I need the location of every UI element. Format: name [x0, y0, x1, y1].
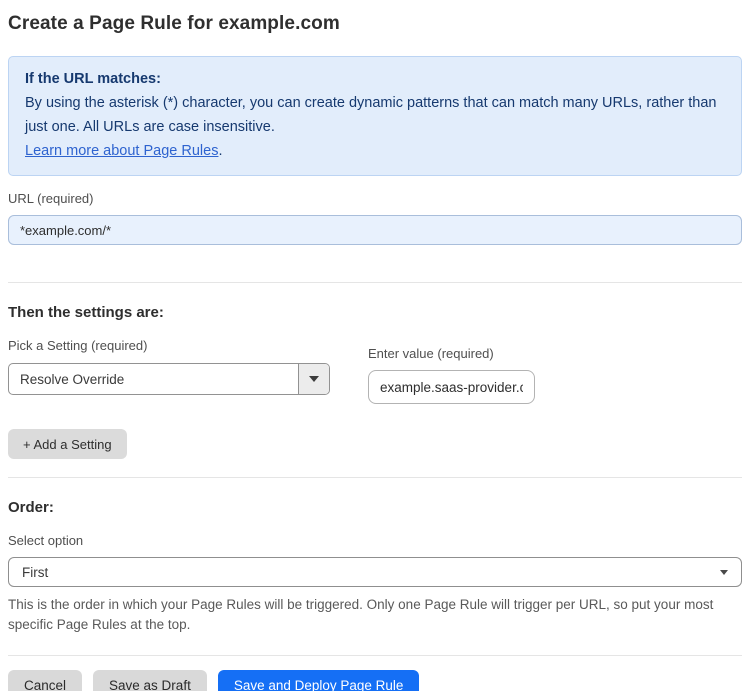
setting-select[interactable]: Resolve Override [8, 363, 330, 395]
order-select[interactable]: First [8, 557, 742, 587]
section-divider [8, 282, 742, 283]
footer-divider [8, 655, 742, 656]
value-input-label: Enter value (required) [368, 346, 494, 361]
settings-row: Pick a Setting (required) Resolve Overri… [8, 338, 742, 404]
footer-button-row: Cancel Save as Draft Save and Deploy Pag… [8, 670, 742, 691]
url-match-info-box: If the URL matches: By using the asteris… [8, 56, 742, 176]
settings-section-heading: Then the settings are: [8, 304, 164, 321]
order-select-value: First [22, 564, 49, 580]
link-suffix-text: . [218, 143, 223, 159]
setting-select-value: Resolve Override [20, 371, 125, 387]
url-input[interactable] [8, 215, 742, 245]
page-title: Create a Page Rule for example.com [8, 13, 340, 34]
chevron-down-icon [309, 376, 319, 382]
save-and-deploy-button[interactable]: Save and Deploy Page Rule [217, 670, 420, 691]
add-setting-button[interactable]: + Add a Setting [8, 429, 127, 459]
setting-value-column: Enter value (required) [368, 346, 535, 404]
cancel-button[interactable]: Cancel [8, 670, 83, 691]
setting-select-label: Pick a Setting (required) [8, 338, 148, 353]
order-help-text: This is the order in which your Page Rul… [8, 597, 714, 632]
section-divider [8, 477, 742, 478]
order-section-heading: Order: [8, 499, 54, 516]
info-box-heading: If the URL matches: [25, 71, 161, 87]
url-field-label: URL (required) [8, 191, 94, 206]
info-box-body: By using the asterisk (*) character, you… [25, 95, 717, 135]
learn-more-link[interactable]: Learn more about Page Rules [25, 143, 218, 159]
order-select-label: Select option [8, 533, 84, 548]
chevron-down-icon [720, 569, 728, 575]
page-rule-form: Create a Page Rule for example.com If th… [0, 0, 750, 691]
setting-value-input[interactable] [368, 370, 535, 404]
info-box-link-line: Learn more about Page Rules. [25, 139, 725, 163]
save-as-draft-button[interactable]: Save as Draft [93, 670, 207, 691]
setting-picker-column: Pick a Setting (required) Resolve Overri… [8, 338, 330, 404]
setting-select-caret-button[interactable] [298, 364, 329, 394]
